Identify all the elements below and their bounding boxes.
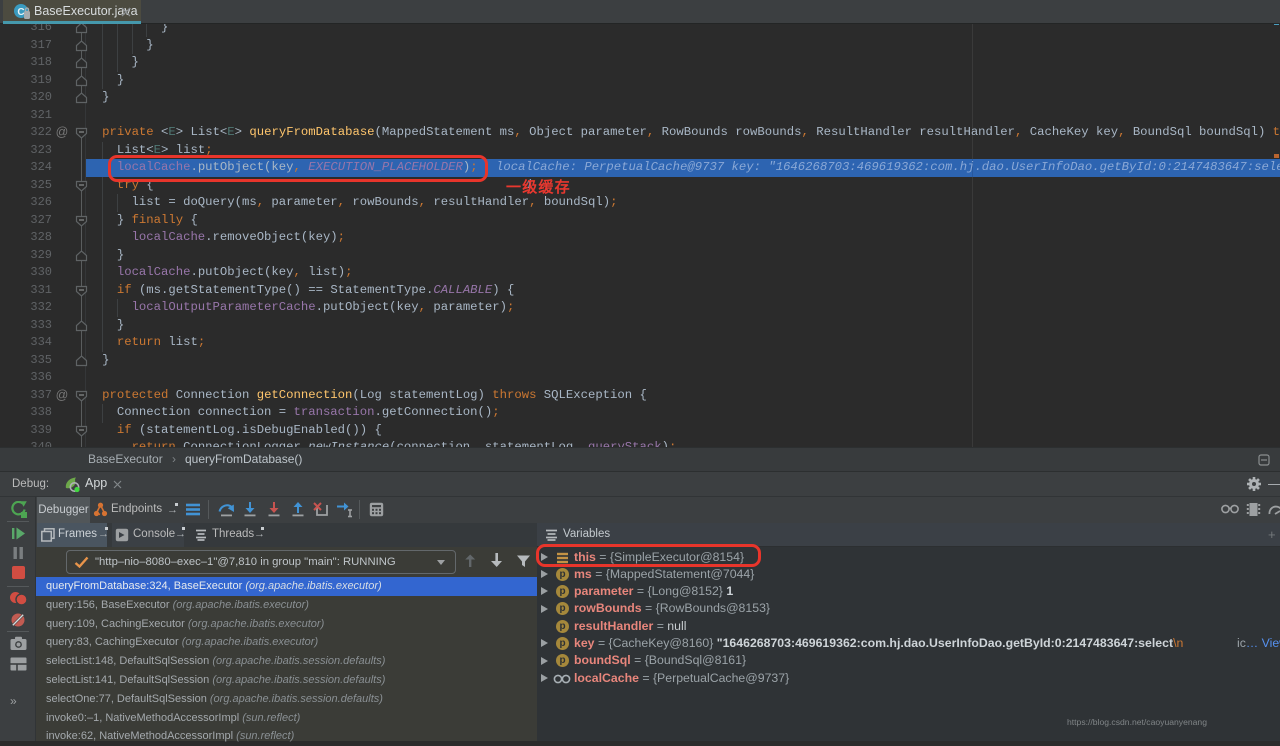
svg-text:C: C bbox=[17, 7, 24, 18]
